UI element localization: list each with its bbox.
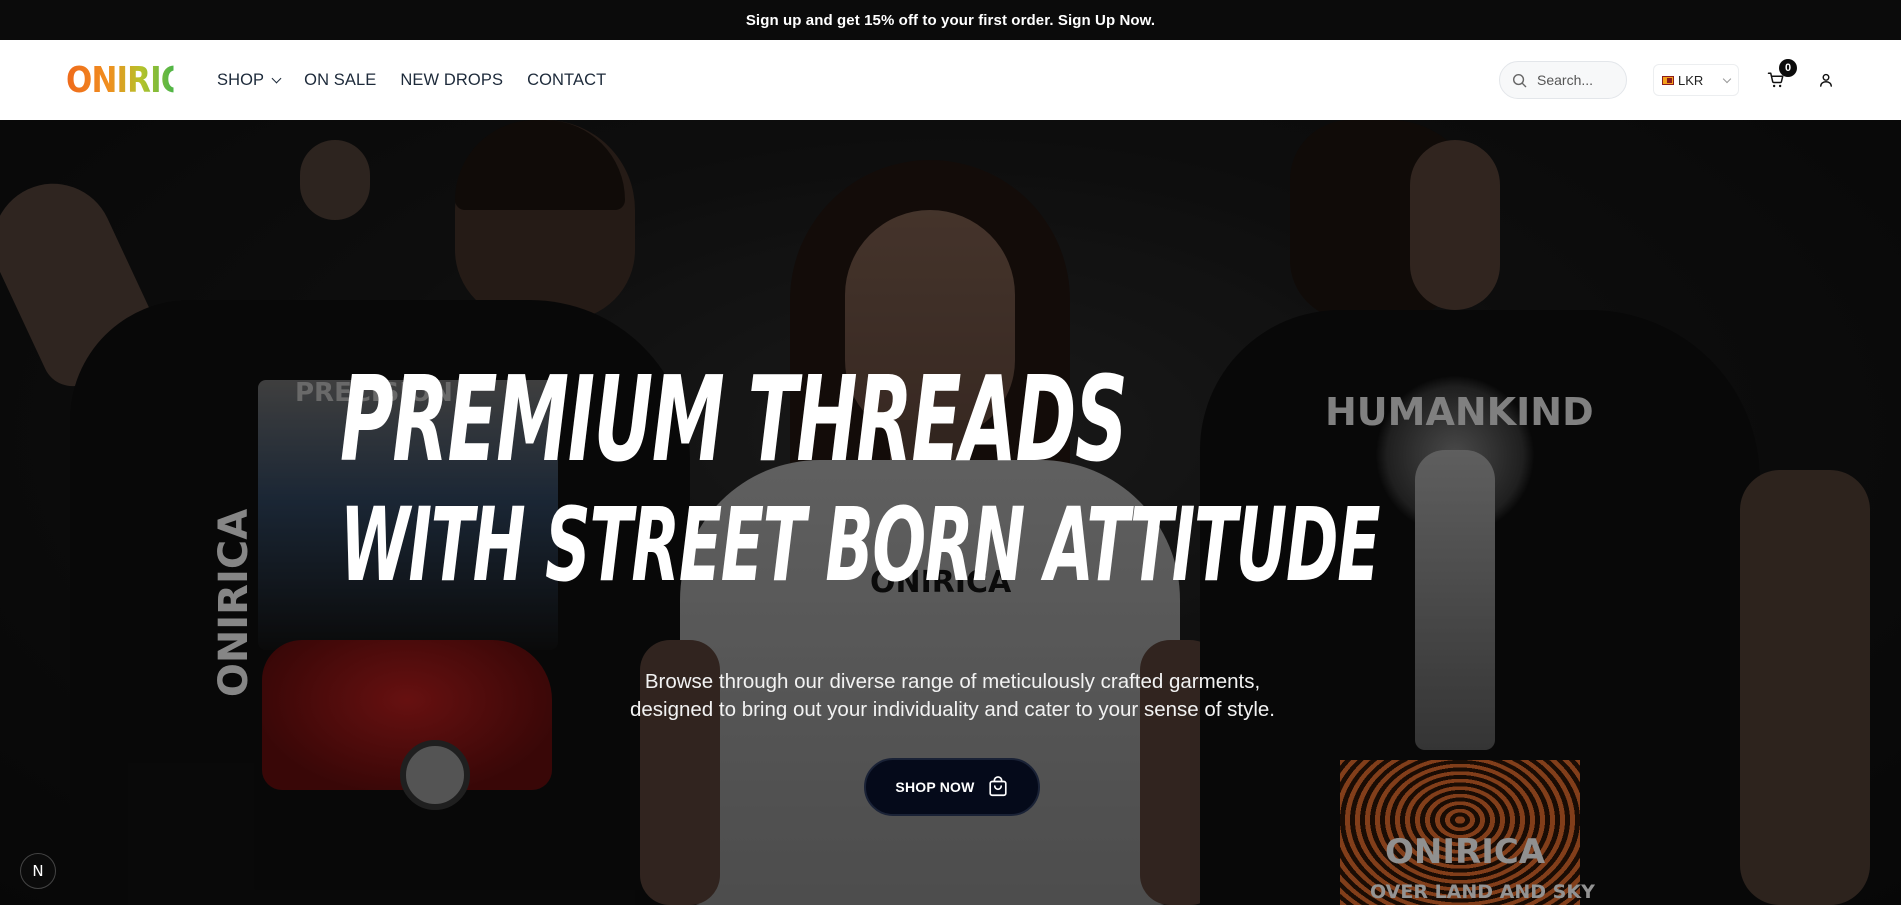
nav-contact[interactable]: CONTACT bbox=[527, 71, 606, 90]
lk-flag-icon bbox=[1662, 75, 1674, 85]
shopping-bag-icon bbox=[988, 776, 1007, 797]
account-button[interactable] bbox=[1817, 71, 1835, 89]
nav-new-drops[interactable]: NEW DROPS bbox=[400, 71, 503, 90]
nav-new-drops-label: NEW DROPS bbox=[400, 70, 504, 89]
hero-title-line2: WITH STREET BORN ATTITUDE bbox=[340, 486, 1380, 605]
currency-selector[interactable]: LKR bbox=[1653, 64, 1739, 96]
search-box[interactable] bbox=[1499, 61, 1627, 99]
cart-count-badge: 0 bbox=[1779, 59, 1797, 77]
dev-indicator-button[interactable]: N bbox=[20, 853, 56, 889]
header-tools: LKR 0 bbox=[1499, 59, 1835, 99]
search-icon bbox=[1512, 73, 1527, 87]
hero-subtitle-line2: designed to bring out your individuality… bbox=[630, 698, 1275, 721]
hero-subtitle: Browse through our diverse range of meti… bbox=[560, 668, 1345, 724]
hero-title-line1: PREMIUM THREADS bbox=[340, 350, 1128, 488]
currency-label: LKR bbox=[1678, 72, 1704, 88]
dev-indicator-label: N bbox=[32, 862, 44, 880]
main-nav: SHOP ON SALE NEW DROPS CONTACT bbox=[217, 71, 630, 90]
nav-shop[interactable]: SHOP bbox=[217, 70, 282, 90]
nav-shop-label: SHOP bbox=[217, 70, 265, 89]
nav-on-sale[interactable]: ON SALE bbox=[304, 71, 376, 90]
chevron-down-icon bbox=[1722, 74, 1732, 83]
site-header: ONIRICA SHOP ON SALE NEW DROPS CONTACT L… bbox=[0, 40, 1901, 120]
nav-on-sale-label: ON SALE bbox=[304, 70, 377, 89]
hero-title: PREMIUM THREADS WITH STREET BORN ATTITUD… bbox=[340, 350, 1380, 609]
user-icon bbox=[1820, 73, 1832, 87]
search-input[interactable] bbox=[1537, 72, 1625, 88]
shop-now-label: SHOP NOW bbox=[895, 779, 975, 795]
hero-subtitle-line1: Browse through our diverse range of meti… bbox=[644, 670, 1261, 693]
chevron-down-icon bbox=[271, 73, 282, 83]
shop-now-button[interactable]: SHOP NOW bbox=[864, 758, 1040, 816]
announcement-bar[interactable]: Sign up and get 15% off to your first or… bbox=[0, 0, 1901, 40]
announcement-text[interactable]: Sign up and get 15% off to your first or… bbox=[746, 12, 1155, 29]
brand-logo[interactable]: ONIRICA bbox=[66, 60, 207, 101]
nav-contact-label: CONTACT bbox=[527, 70, 607, 89]
cart-button[interactable]: 0 bbox=[1765, 59, 1797, 91]
